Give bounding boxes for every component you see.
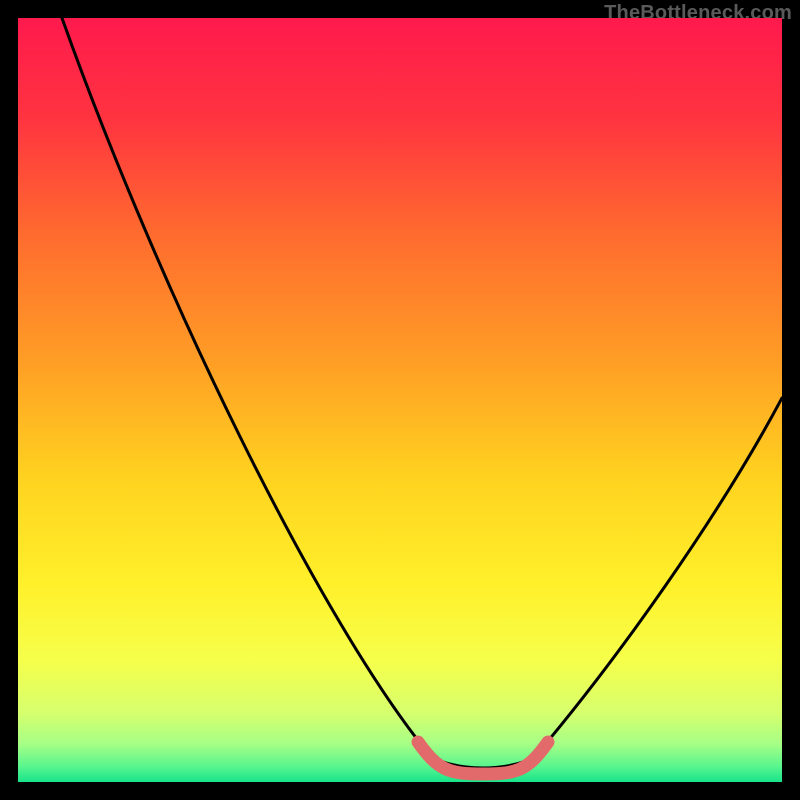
bottleneck-curve [18, 18, 782, 782]
curve-highlight-bottom [418, 742, 548, 774]
curve-main [62, 18, 782, 768]
plot-area [18, 18, 782, 782]
chart-frame: TheBottleneck.com [0, 0, 800, 800]
